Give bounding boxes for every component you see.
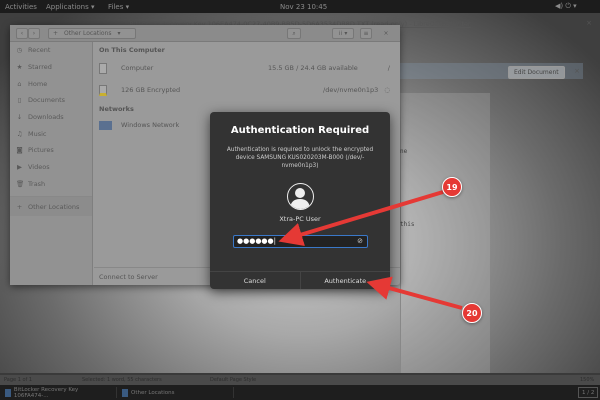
step-badge-20: 20 <box>462 303 482 323</box>
arrow-to-password <box>278 190 444 247</box>
step-badge-19: 19 <box>442 177 462 197</box>
annotation-arrows <box>278 190 463 310</box>
arrow-to-authenticate <box>366 276 463 310</box>
